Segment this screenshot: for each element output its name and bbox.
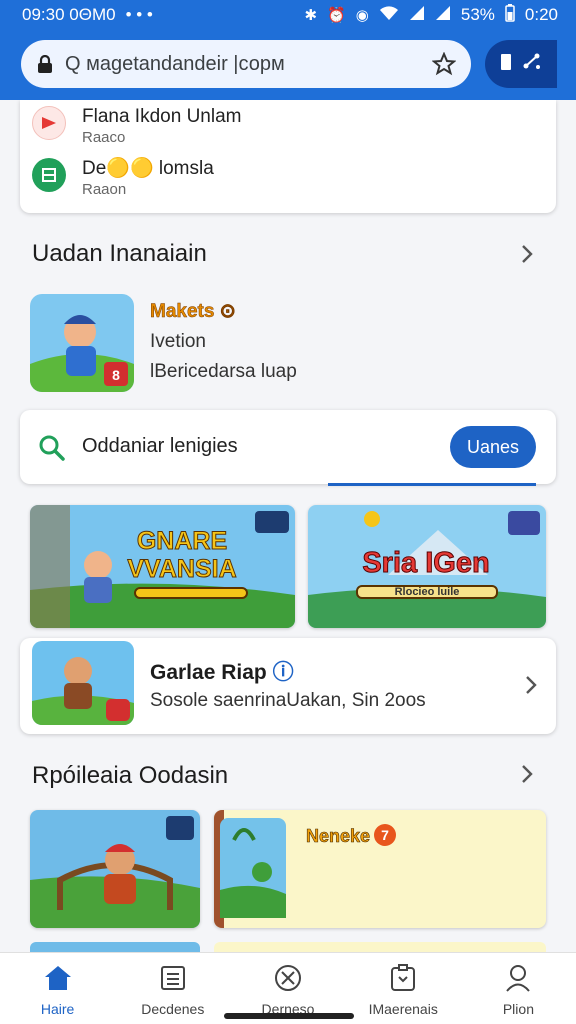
battery-icon	[505, 3, 515, 27]
nav-label: Plion	[502, 1001, 534, 1017]
search-card[interactable]: Oddaniar lenigies Uanes	[20, 410, 556, 484]
section-title: Uadan Inanaiain	[32, 240, 207, 267]
recent-list-card: Flana Ikdon Unlam Raaco De🟡🟡 lomsla Raao…	[20, 100, 556, 213]
banner-progress	[134, 587, 248, 599]
status-clock: 0:20	[524, 5, 558, 24]
bookmark-star-icon[interactable]	[431, 51, 457, 77]
home-icon	[43, 963, 73, 993]
nav-profile[interactable]: Plion	[461, 953, 576, 1024]
signal-icon	[409, 5, 425, 25]
info-badge-icon: ⓘ	[272, 661, 294, 684]
featured-game-line1: Ivetion	[150, 331, 206, 352]
compass-icon	[273, 963, 303, 993]
game-name: Garlae Riap ⓘ	[150, 661, 294, 684]
banner-subtitle: Rlocieo luile	[356, 585, 498, 599]
search-text[interactable]: Oddaniar lenigies	[82, 435, 238, 458]
promo-tile[interactable]	[30, 810, 200, 928]
promo-badge: 7	[374, 824, 396, 846]
search-icon	[38, 434, 66, 462]
svg-text:8: 8	[112, 367, 120, 383]
game-thumbnail	[32, 641, 134, 725]
alarm-icon: ⏰	[327, 7, 346, 24]
promo-tag: Neneke	[306, 826, 371, 847]
data-icon: ◉	[355, 7, 369, 24]
nav-maerenais[interactable]: IMaerenais	[346, 953, 461, 1024]
game-banner[interactable]: Sria IGen Rlocieo luile	[308, 505, 546, 628]
featured-game-name: Makets ⊙	[150, 301, 236, 323]
promo-tile[interactable]: Neneke 7	[214, 810, 546, 928]
list-item-subtitle: Raaon	[82, 181, 127, 198]
chevron-right-icon[interactable]	[516, 763, 538, 785]
list-item-title: Flana Ikdon Unlam	[82, 106, 242, 127]
tab-indicator	[328, 483, 536, 486]
status-bar: 09:30 0ΘM0 • • • ✱ ⏰ ◉ 53% 0:20	[0, 0, 576, 30]
share-icon[interactable]	[521, 51, 543, 78]
status-dots: • • •	[125, 5, 153, 24]
url-text[interactable]: Q мagetandandeir |сорм	[65, 53, 431, 76]
banner-title: GNARE VVANSIA	[127, 527, 237, 584]
chevron-right-icon[interactable]	[516, 243, 538, 265]
bluetooth-icon: ✱	[304, 7, 318, 24]
search-button[interactable]: Uanes	[450, 426, 536, 468]
main-content: Flana Ikdon Unlam Raaco De🟡🟡 lomsla Raao…	[0, 100, 576, 952]
person-icon	[503, 963, 533, 993]
list-icon	[158, 963, 188, 993]
list-item[interactable]: De🟡🟡 lomsla Raaon	[32, 158, 214, 200]
next-row-tile[interactable]	[214, 942, 546, 952]
nav-label: Decdenes	[141, 1001, 205, 1017]
list-item-title: De🟡🟡 lomsla	[82, 158, 214, 179]
browser-toolbar: Q мagetandandeir |сорм	[0, 30, 576, 100]
signal-icon-2	[435, 5, 451, 25]
tab-actions[interactable]	[485, 40, 557, 88]
lock-icon	[35, 54, 55, 74]
list-item[interactable]: Flana Ikdon Unlam Raaco	[32, 106, 241, 148]
nav-label: IMaerenais	[368, 1001, 438, 1017]
grid-icon	[32, 158, 66, 192]
chevron-right-icon[interactable]	[520, 674, 542, 696]
game-description: Sosole saenrinaUakan, Sin 2oos	[150, 690, 426, 711]
wifi-icon	[379, 5, 399, 25]
nav-label: Haire	[40, 1001, 75, 1017]
next-row-tile[interactable]	[30, 942, 200, 952]
game-banner[interactable]: GNARE VVANSIA	[30, 505, 295, 628]
banner-title: Sria IGen	[362, 547, 490, 579]
battery-text: 53%	[460, 5, 495, 24]
tab-switcher-icon[interactable]	[500, 53, 512, 76]
gesture-home-bar[interactable]	[224, 1013, 354, 1019]
download-icon	[388, 963, 418, 993]
status-time: 09:30 0ΘM0	[22, 5, 116, 24]
nav-decdenes[interactable]: Decdenes	[115, 953, 230, 1024]
featured-game-info[interactable]: Makets ⊙ Ivetion lBericedarsa luap	[150, 300, 297, 383]
nav-home[interactable]: Haire	[0, 953, 115, 1024]
featured-game-line2: lBericedarsa luap	[150, 361, 297, 382]
featured-game-thumbnail[interactable]: 8	[30, 294, 134, 392]
video-icon	[32, 106, 66, 140]
section-title: Rpóileaia Oodasin	[32, 762, 229, 789]
game-list-card[interactable]: Garlae Riap ⓘ Sosole saenrinaUakan, Sin …	[20, 638, 556, 734]
address-bar[interactable]: Q мagetandandeir |сорм	[21, 40, 471, 88]
list-item-subtitle: Raaco	[82, 129, 126, 146]
